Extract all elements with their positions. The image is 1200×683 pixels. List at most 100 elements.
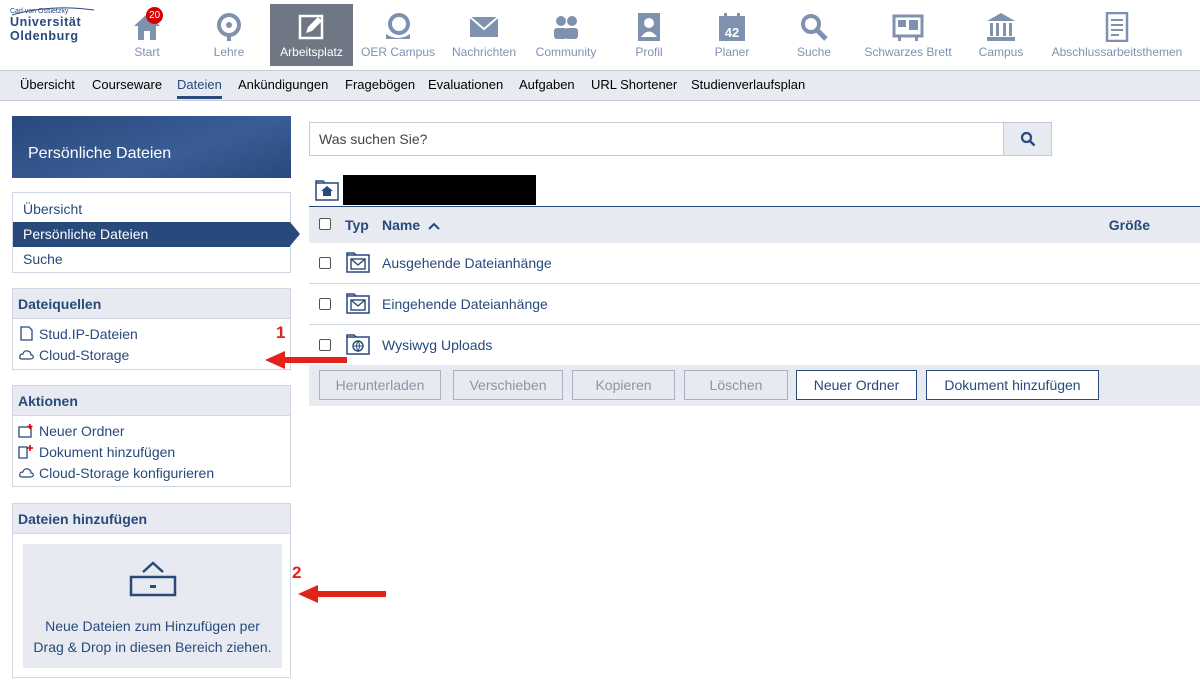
annotation-number-1: 1 [276, 323, 286, 342]
sidebar-aktionen: Aktionen Neuer Ordner Dokument hinzufüge… [12, 385, 291, 487]
download-button[interactable]: Herunterladen [319, 370, 441, 400]
column-size: Größe [1108, 217, 1150, 233]
university-logo[interactable]: Carl von Ossietzky Universität Oldenburg [10, 6, 96, 62]
tab-aufgaben[interactable]: Aufgaben [519, 77, 575, 92]
file-name-link[interactable]: Wysiwyg Uploads [382, 337, 492, 353]
annotation-number-2: 2 [292, 563, 302, 582]
add-document-button[interactable]: Dokument hinzufügen [926, 370, 1099, 400]
sidebar-dateiquellen: Dateiquellen Stud.IP-Dateien Cloud-Stora… [12, 288, 291, 370]
redacted-path [343, 175, 536, 205]
annotation-arrow-1-icon [265, 351, 347, 369]
logo-line3: Oldenburg [10, 29, 79, 43]
file-name-link[interactable]: Ausgehende Dateianhänge [382, 255, 552, 271]
logo-arc-icon [11, 7, 95, 16]
community-icon [550, 12, 582, 42]
tab-url-shortener[interactable]: URL Shortener [591, 77, 677, 92]
search-button[interactable] [1003, 123, 1051, 155]
search-icon [1020, 131, 1035, 147]
tab-ankuendigungen[interactable]: Ankündigungen [238, 77, 328, 92]
column-name-label: Name [382, 217, 421, 233]
nav-label: Suche [796, 45, 832, 59]
sidebar-header: Persönliche Dateien [12, 116, 291, 178]
table-header: Typ Name Größe [309, 207, 1200, 243]
mail-icon [468, 12, 500, 42]
table-actions-bar: Herunterladen Verschieben Kopieren Lösch… [309, 365, 1200, 406]
link-label: Cloud-Storage [39, 346, 130, 363]
sidebar-item-suche[interactable]: Suche [13, 247, 290, 272]
profile-icon [633, 12, 665, 42]
nav-label: Community [535, 45, 597, 59]
tab-dateien[interactable]: Dateien [177, 77, 222, 99]
search-bar [309, 122, 1052, 156]
nav-suche[interactable]: Suche [786, 4, 842, 66]
oer-icon [382, 12, 414, 42]
select-all-checkbox[interactable] [319, 218, 331, 230]
nav-campus[interactable]: Campus [974, 4, 1028, 66]
nav-label: Schwarzes Brett [864, 45, 952, 59]
column-type: Typ [345, 217, 369, 233]
nav-start[interactable]: 20 Start [118, 4, 176, 66]
nav-abschlussarbeitsthemen[interactable]: Abschlussarbeitsthemen [1048, 4, 1186, 66]
action-dokument-hinzufuegen[interactable]: Dokument hinzufügen [13, 441, 290, 462]
nav-oer-campus[interactable]: OER Campus [360, 4, 436, 66]
column-name[interactable]: Name [382, 217, 440, 233]
workspace-icon [296, 12, 328, 42]
home-folder-icon[interactable] [315, 179, 339, 201]
nav-label: Lehre [213, 45, 245, 59]
dropzone-text: Neue Dateien zum Hinzufügen per Drag & D… [23, 616, 282, 658]
dropzone-text-line2: Drag & Drop in diesen Bereich ziehen. [33, 639, 272, 655]
file-table: Typ Name Größe Ausgehende Dateianhänge E… [309, 206, 1200, 366]
delete-button[interactable]: Löschen [684, 370, 788, 400]
notification-badge: 20 [146, 7, 163, 24]
logo-line2: Universität [10, 15, 82, 29]
sidebar-item-uebersicht[interactable]: Übersicht [13, 197, 290, 222]
move-button[interactable]: Verschieben [453, 370, 563, 400]
calendar-day: 42 [725, 25, 739, 40]
link-label: Cloud-Storage konfigurieren [39, 464, 215, 481]
link-label: Stud.IP-Dateien [39, 325, 138, 342]
table-row: Wysiwyg Uploads [309, 325, 1200, 366]
folder-mail-outgoing-icon [346, 252, 370, 273]
nav-lehre[interactable]: Lehre [200, 4, 258, 66]
tab-courseware[interactable]: Courseware [92, 77, 162, 92]
thesis-icon [1101, 11, 1133, 43]
link-studip-dateien[interactable]: Stud.IP-Dateien [13, 323, 290, 344]
document-icon [18, 326, 34, 342]
nav-label: Profil [635, 45, 663, 59]
sort-ascending-icon [428, 222, 440, 230]
copy-button[interactable]: Kopieren [572, 370, 675, 400]
search-input[interactable] [310, 123, 1004, 155]
sidebar-item-persoenliche-dateien[interactable]: Persönliche Dateien [13, 222, 300, 247]
new-folder-button[interactable]: Neuer Ordner [796, 370, 917, 400]
nav-profil[interactable]: Profil [620, 4, 678, 66]
nav-label: OER Campus [360, 45, 436, 59]
nav-schwarzes-brett[interactable]: Schwarzes Brett [862, 4, 954, 66]
folder-add-icon [18, 423, 34, 439]
tab-frageboegen[interactable]: Fragebögen [345, 77, 415, 92]
nav-arbeitsplatz[interactable]: Arbeitsplatz [270, 4, 353, 66]
nav-nachrichten[interactable]: Nachrichten [448, 4, 520, 66]
nav-planer[interactable]: 42 Planer [704, 4, 760, 66]
file-name-link[interactable]: Eingehende Dateianhänge [382, 296, 548, 312]
cloud-icon [18, 347, 34, 363]
tab-studienverlaufsplan[interactable]: Studienverlaufsplan [691, 77, 805, 92]
row-checkbox[interactable] [319, 257, 331, 269]
nav-label: Start [134, 45, 160, 59]
row-checkbox[interactable] [319, 298, 331, 310]
search-icon [798, 12, 830, 42]
calendar-icon: 42 [716, 12, 748, 42]
sidebar-title: Persönliche Dateien [28, 145, 172, 162]
document-add-icon [18, 444, 34, 460]
cloud-icon [18, 465, 34, 481]
action-neuer-ordner[interactable]: Neuer Ordner [13, 420, 290, 441]
upload-dropzone[interactable]: Neue Dateien zum Hinzufügen per Drag & D… [23, 544, 282, 668]
dropzone-text-line1: Neue Dateien zum Hinzufügen per [45, 618, 260, 634]
board-icon [892, 12, 924, 42]
tab-evaluationen[interactable]: Evaluationen [428, 77, 503, 92]
link-label: Dokument hinzufügen [39, 443, 176, 460]
action-cloud-storage-konfigurieren[interactable]: Cloud-Storage konfigurieren [13, 462, 290, 483]
link-cloud-storage[interactable]: Cloud-Storage [13, 344, 290, 365]
nav-label: Campus [978, 45, 1024, 59]
tab-uebersicht[interactable]: Übersicht [20, 77, 75, 92]
nav-community[interactable]: Community [532, 4, 600, 66]
